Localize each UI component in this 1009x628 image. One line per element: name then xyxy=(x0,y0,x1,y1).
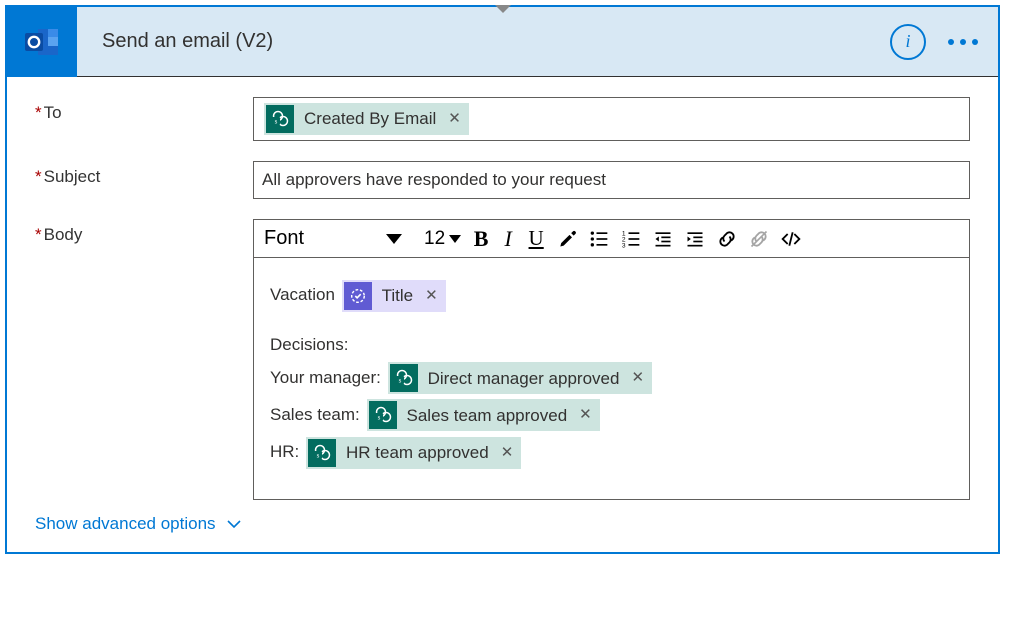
token-label: Created By Email xyxy=(304,105,436,132)
italic-button[interactable]: I xyxy=(495,220,521,257)
token-sales-team-approved[interactable]: s Sales team approved ✕ xyxy=(367,399,600,431)
svg-text:s: s xyxy=(275,118,278,126)
token-created-by-email[interactable]: s Created By Email ✕ xyxy=(264,103,469,135)
token-label: HR team approved xyxy=(346,439,489,466)
field-subject: *Subject All approvers have responded to… xyxy=(35,161,970,199)
indent-button[interactable] xyxy=(679,220,711,257)
field-body: *Body Font 12 B I U xyxy=(35,219,970,500)
subject-input[interactable]: All approvers have responded to your req… xyxy=(253,161,970,199)
token-remove-icon[interactable]: ✕ xyxy=(629,366,646,390)
approval-icon xyxy=(344,282,372,310)
card-body: *To s Created By Email ✕ *Subject All ap… xyxy=(7,77,998,552)
info-icon[interactable]: i xyxy=(890,24,926,60)
token-remove-icon[interactable]: ✕ xyxy=(446,107,463,131)
chevron-down-icon xyxy=(386,234,402,244)
more-menu-icon[interactable] xyxy=(948,39,978,45)
sharepoint-icon: s xyxy=(390,364,418,392)
to-label: *To xyxy=(35,97,253,123)
bullet-list-button[interactable] xyxy=(583,220,615,257)
svg-text:s: s xyxy=(398,377,401,385)
chevron-down-icon xyxy=(226,516,242,532)
body-content[interactable]: Vacation Title ✕ Decisions: Your manager… xyxy=(254,258,969,499)
link-button[interactable] xyxy=(711,220,743,257)
token-remove-icon[interactable]: ✕ xyxy=(577,403,594,427)
underline-button[interactable]: U xyxy=(521,220,551,257)
token-label: Title xyxy=(382,282,414,309)
font-size-dropdown[interactable]: 12 xyxy=(414,220,467,257)
card-header[interactable]: Send an email (V2) i xyxy=(7,7,998,77)
svg-text:3: 3 xyxy=(622,242,626,249)
body-label: *Body xyxy=(35,219,253,245)
font-dropdown[interactable]: Font xyxy=(254,220,414,257)
svg-text:s: s xyxy=(377,414,380,422)
card-title: Send an email (V2) xyxy=(77,30,890,53)
token-label: Direct manager approved xyxy=(428,365,620,392)
rte-toolbar: Font 12 B I U xyxy=(254,220,969,258)
svg-text:s: s xyxy=(317,451,320,459)
outdent-button[interactable] xyxy=(647,220,679,257)
outlook-icon xyxy=(7,7,77,77)
to-input[interactable]: s Created By Email ✕ xyxy=(253,97,970,141)
subject-label: *Subject xyxy=(35,161,253,187)
collapse-chevron-icon[interactable] xyxy=(495,5,511,13)
color-picker-button[interactable] xyxy=(551,220,583,257)
token-direct-manager-approved[interactable]: s Direct manager approved ✕ xyxy=(388,362,652,394)
token-title[interactable]: Title ✕ xyxy=(342,280,446,312)
unlink-button[interactable] xyxy=(743,220,775,257)
sharepoint-icon: s xyxy=(369,401,397,429)
token-label: Sales team approved xyxy=(407,402,568,429)
sharepoint-icon: s xyxy=(266,105,294,133)
token-hr-team-approved[interactable]: s HR team approved ✕ xyxy=(306,437,521,469)
show-advanced-options[interactable]: Show advanced options xyxy=(35,514,970,534)
token-remove-icon[interactable]: ✕ xyxy=(423,284,440,308)
bold-button[interactable]: B xyxy=(467,220,495,257)
action-card: Send an email (V2) i *To s Created By Em… xyxy=(5,5,1000,554)
numbered-list-button[interactable]: 123 xyxy=(615,220,647,257)
chevron-down-icon xyxy=(449,235,461,243)
field-to: *To s Created By Email ✕ xyxy=(35,97,970,141)
token-remove-icon[interactable]: ✕ xyxy=(499,441,516,465)
sharepoint-icon: s xyxy=(308,439,336,467)
code-view-button[interactable] xyxy=(775,220,807,257)
body-editor: Font 12 B I U xyxy=(253,219,970,500)
